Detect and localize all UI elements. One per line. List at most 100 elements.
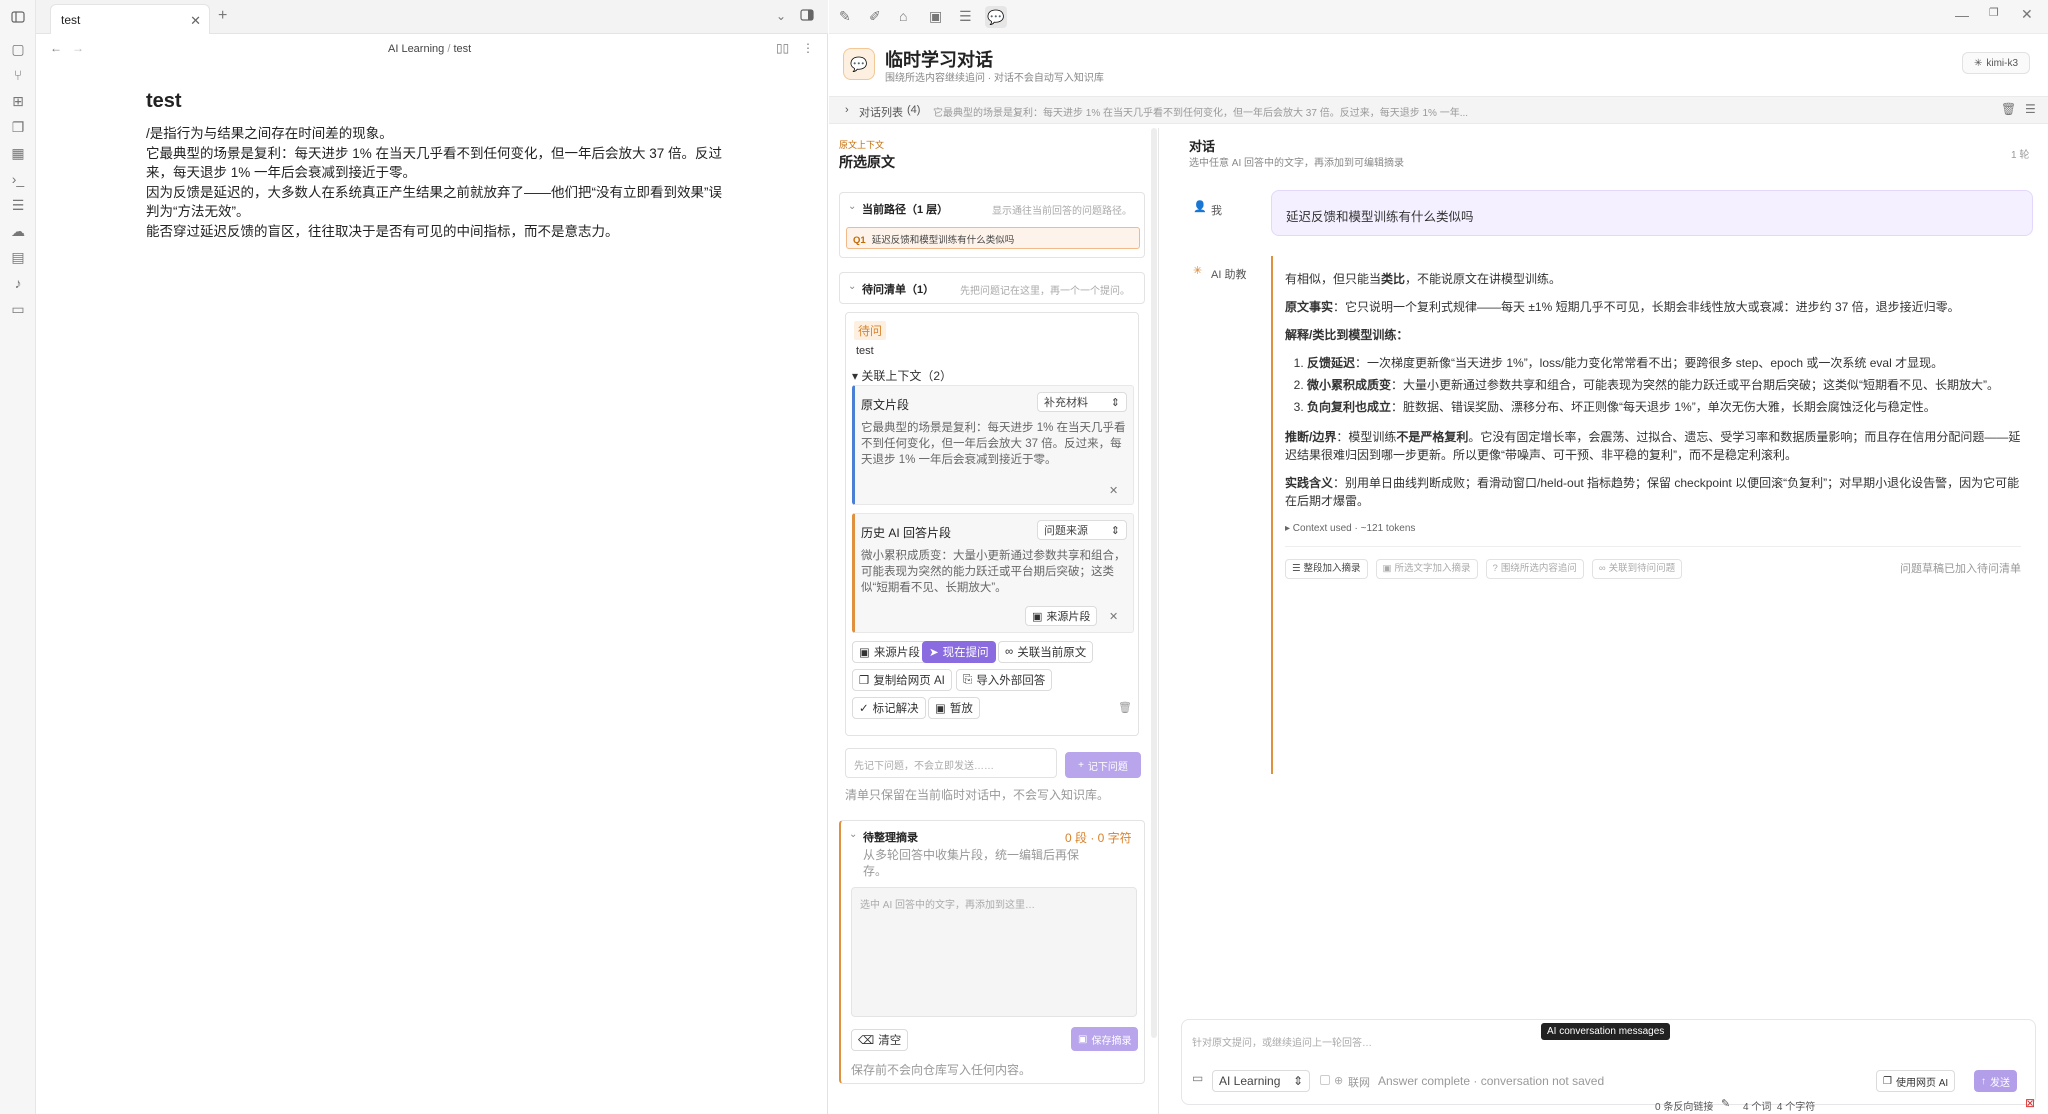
ai-paragraph: 解释/类比到模型训练： [1285, 326, 2021, 344]
calendar-icon[interactable]: ▦ [9, 144, 27, 162]
path-q1-item[interactable]: Q1 延迟反馈和模型训练有什么类似吗 [846, 227, 1140, 249]
folder-icon[interactable]: ▭ [9, 300, 27, 318]
pending-text[interactable]: test [856, 345, 874, 357]
list-item: 负向复利也成立：脏数据、错误奖励、漂移分布、坏正则像“每天退步 1%”，单次无伤… [1307, 398, 2021, 416]
updown-icon: ⇕ [1110, 396, 1120, 409]
forward-arrow-icon[interactable]: → [72, 42, 84, 54]
link-to-pending-button[interactable]: ∞ 关联到待问问题 [1591, 559, 1683, 579]
digest-textarea[interactable]: 选中 AI 回答中的文字，再添加到这里… [851, 887, 1137, 1017]
folder-icon[interactable]: ▭ [1192, 1072, 1203, 1084]
reading-mode-icon[interactable]: ▯▯ [776, 42, 789, 54]
right-sidebar-toggle-icon[interactable] [800, 8, 814, 22]
sidebar-toggle-icon[interactable] [9, 8, 27, 26]
chat-icon[interactable]: 💬 [985, 6, 1007, 28]
pause-button[interactable]: ▣ 暂放 [928, 697, 980, 719]
digest-title: 待整理摘录 [863, 832, 918, 844]
text-run-bold: 解释/类比到模型训练： [1285, 328, 1409, 342]
minimize-icon[interactable]: — [1955, 8, 1969, 22]
follow-up-selected-button[interactable]: ? 围绕所选内容追问 [1485, 559, 1584, 579]
text-run: ，不能说原文在讲模型训练。 [1405, 272, 1562, 286]
ai-actions: ☰ 整段加入摘录 ▣ 所选文字加入摘录 ? 围绕所选内容追问 ∞ 关联到待问问题 问题草… [1285, 559, 2021, 579]
link-original-button[interactable]: ∞ 关联当前原文 [998, 641, 1094, 663]
text-run: ：模型训练 [1336, 430, 1397, 444]
back-arrow-icon[interactable]: ← [50, 42, 62, 54]
chevron-down-icon[interactable]: ⌄ [848, 201, 856, 212]
pending-badge: 待问 [854, 321, 887, 340]
ask-now-button[interactable]: ➤ 现在提问 [922, 641, 996, 663]
ai-message[interactable]: 有相似，但只能当类比，不能说原文在讲模型训练。 原文事实：它只说明一个复利式规律… [1271, 256, 2033, 774]
tab-test[interactable]: test ✕ [50, 4, 210, 34]
breadcrumb: AI Learning / test [388, 43, 471, 55]
use-web-ai-button[interactable]: ❐ 使用网页 AI [1876, 1070, 1956, 1092]
clear-digest-button[interactable]: ⌫ 清空 [851, 1029, 909, 1051]
breadcrumb-current[interactable]: test [453, 43, 471, 55]
save-digest-button[interactable]: ▣ 保存摘录 [1071, 1027, 1139, 1051]
conversation-column: 对话 选中任意 AI 回答中的文字，再添加到可编辑摘录 1 轮 👤 我 延迟反馈… [1175, 128, 2048, 1114]
grid-icon[interactable]: ⊞ [9, 92, 27, 110]
current-path-section: ⌄ 当前路径（1 层） 显示通往当前回答的问题路径。 Q1 延迟反馈和模型训练有什… [839, 192, 1145, 258]
context-used-toggle[interactable]: ▸ Context used · ~121 tokens [1285, 520, 2021, 547]
close-icon[interactable]: ✕ [190, 13, 201, 29]
trash-icon[interactable]: 🗑 [2001, 103, 2016, 115]
chevron-down-icon[interactable]: ⌄ [849, 829, 857, 840]
web-checkbox[interactable] [1320, 1075, 1330, 1085]
scrollbar[interactable] [1151, 128, 1157, 1038]
chevron-down-icon[interactable]: ⌄ [848, 281, 856, 292]
copy-icon[interactable]: ❐ [9, 118, 27, 136]
source-snippet-button[interactable]: ▣ 来源片段 [852, 641, 927, 663]
send-label: 发送 [1990, 1077, 2010, 1089]
backlinks-count[interactable]: 0 条反向链接 [1655, 1098, 1713, 1113]
note-body[interactable]: /是指行为与结果之间存在时间差的现象。 它最典型的场景是复利：每天进步 1% 在… [146, 124, 746, 241]
graph-icon[interactable]: ⑂ [9, 66, 27, 84]
trash-icon[interactable]: 🗑 [1118, 701, 1132, 714]
tag-icon[interactable]: ⌂ [899, 9, 907, 23]
more-options-icon[interactable]: ⋮ [802, 42, 814, 54]
model-selector[interactable]: ✳ kimi-k3 [1962, 52, 2030, 74]
related-context-toggle[interactable]: ▾ 关联上下文（2） [852, 367, 952, 384]
sync-error-icon[interactable]: ⊠ [2025, 1096, 2035, 1110]
list-icon[interactable]: ☰ [2025, 103, 2036, 115]
user-message[interactable]: 延迟反馈和模型训练有什么类似吗 [1271, 190, 2033, 236]
new-tab-icon[interactable]: + [218, 8, 227, 24]
chevron-down-icon[interactable]: ⌄ [776, 10, 786, 22]
draft-added-note: 问题草稿已加入待问清单 [1900, 563, 2021, 575]
copy-to-web-ai-button[interactable]: ❐ 复制给网页 AI [852, 669, 952, 691]
pending-hint: 先把问题记在这里，再一个一个提问。 [960, 286, 1130, 297]
card2-source-button[interactable]: ▣ 来源片段 [1025, 606, 1098, 626]
note-title[interactable]: test [146, 90, 182, 113]
terminal-icon[interactable]: ›_ [9, 170, 27, 188]
card1-type-select[interactable]: 补充材料 ⇕ [1037, 392, 1127, 412]
chevron-right-icon[interactable]: › [845, 104, 849, 116]
card2-type-select[interactable]: 问题来源 ⇕ [1037, 520, 1127, 540]
edit-icon[interactable]: ✎ [1721, 1097, 1730, 1110]
add-selected-to-digest-button[interactable]: ▣ 所选文字加入摘录 [1375, 559, 1478, 579]
path-title: 当前路径（1 层） [862, 204, 949, 216]
next-question-input[interactable]: 先记下问题，不会立即发送…… [845, 748, 1057, 778]
remove-icon[interactable]: ✕ [1109, 484, 1118, 497]
add-whole-to-digest-button[interactable]: ☰ 整段加入摘录 [1285, 559, 1368, 579]
file-icon[interactable]: ▢ [9, 40, 27, 58]
send-button[interactable]: ↑ 发送 [1974, 1070, 2017, 1092]
pen-icon[interactable]: ✐ [869, 9, 881, 23]
conversation-list-bar[interactable]: › 对话列表 (4) 它最典型的场景是复利：每天进步 1% 在当天几乎看不到任何… [829, 96, 2048, 124]
mic-icon[interactable]: ♪ [9, 274, 27, 292]
list-view-icon[interactable]: ☰ [959, 9, 972, 23]
card2-title: 历史 AI 回答片段 [861, 526, 952, 540]
mark-solved-button[interactable]: ✓ 标记解决 [852, 697, 926, 719]
user-label: 我 [1211, 205, 1222, 217]
cloud-icon[interactable]: ☁ [9, 222, 27, 240]
breadcrumb-parent[interactable]: AI Learning [388, 43, 444, 55]
remove-icon[interactable]: ✕ [1109, 610, 1118, 623]
vault-select[interactable]: AI Learning ⇕ [1212, 1070, 1310, 1092]
use-web-label: 使用网页 AI [1895, 1077, 1949, 1089]
window-close-icon[interactable]: ✕ [2021, 7, 2033, 21]
archive-icon[interactable]: ▣ [929, 9, 942, 23]
book-icon[interactable]: ▤ [9, 248, 27, 266]
list-icon[interactable]: ☰ [9, 196, 27, 214]
import-answer-button[interactable]: ⎘ 导入外部回答 [956, 669, 1053, 691]
pen-plus-icon[interactable]: ✎ [839, 9, 851, 23]
text-run: ：它只说明一个复利式规律——每天 ±1% 短期几乎不可见，长期会非线性放大或衰减… [1333, 300, 1960, 314]
restore-icon[interactable]: ❐ [1989, 8, 1999, 19]
pane-toolbar: ✎ ✐ ⌂ ▣ ☰ 💬 — ❐ ✕ [829, 0, 2048, 34]
record-question-button[interactable]: + 记下问题 [1065, 752, 1141, 778]
